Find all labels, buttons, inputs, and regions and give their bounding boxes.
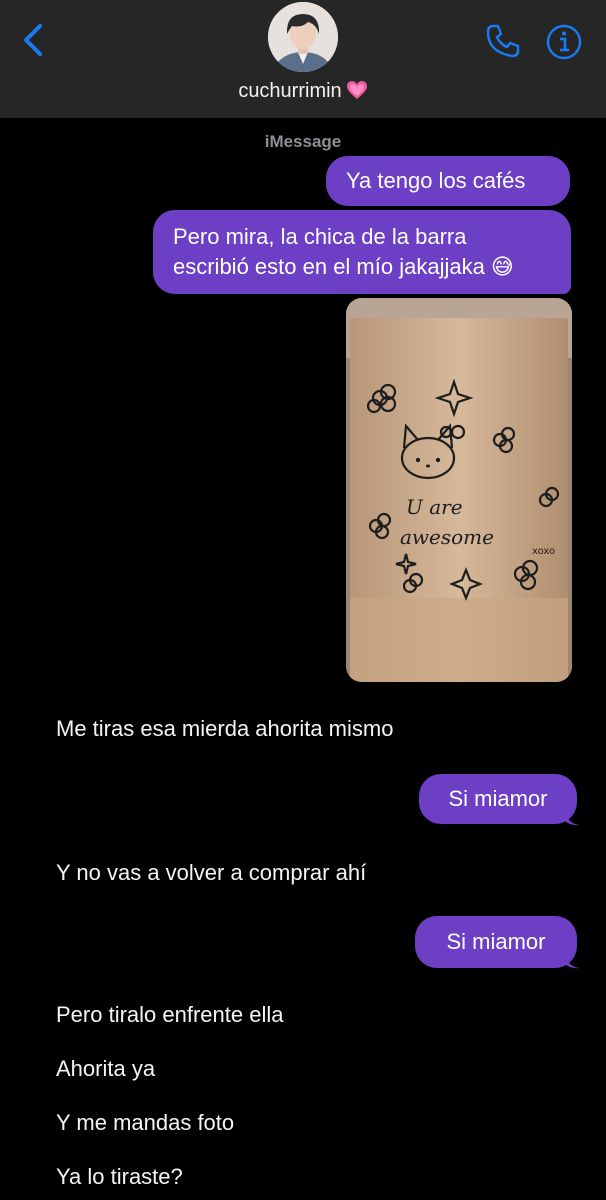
cup-text: U are [406,495,463,519]
sent-message-bubble[interactable]: Ya tengo los cafés [326,156,570,206]
message-text-line: escribió esto en el mío jakajjaka 😅 [173,254,514,279]
message-text: Ya tengo los cafés [346,168,526,193]
phone-icon [486,24,520,58]
call-button[interactable] [484,22,522,60]
chevron-left-icon [24,24,42,56]
bubble-tail [566,955,580,969]
message-text: Si miamor [448,786,548,811]
sent-message-bubble[interactable]: Pero mira, la chica de la barra escribió… [153,210,571,294]
received-message[interactable]: Me tiras esa mierda ahorita mismo [56,716,393,742]
back-button[interactable] [16,20,52,60]
chat-header: cuchurrimin [0,0,606,118]
sent-message-bubble[interactable]: Si miamor [415,916,577,968]
message-text: Si miamor [446,929,546,954]
bubble-tail [566,812,580,826]
cup-text: xoxo [532,546,555,557]
sent-photo-attachment[interactable]: U are awesome xoxo [346,298,572,682]
avatar-photo [268,2,338,72]
avatar[interactable] [268,2,338,72]
info-button[interactable] [544,22,584,62]
received-message[interactable]: Y me mandas foto [56,1110,234,1136]
contact-name[interactable]: cuchurrimin [0,80,606,106]
service-label: iMessage [264,132,342,151]
sent-message-bubble[interactable]: Si miamor [419,774,577,824]
received-message[interactable]: Pero tiralo enfrente ella [56,1002,283,1028]
contact-name-label: cuchurrimin [238,80,342,102]
info-icon [546,24,582,60]
cup-text: awesome [400,525,494,549]
sparkling-heart-icon [346,80,368,106]
coffee-cup-photo: U are awesome xoxo [346,298,572,682]
received-message[interactable]: Ya lo tiraste? [56,1164,183,1190]
received-message[interactable]: Y no vas a volver a comprar ahí [56,860,366,886]
received-message[interactable]: Ahorita ya [56,1056,155,1082]
message-text-line: Pero mira, la chica de la barra [173,224,467,249]
